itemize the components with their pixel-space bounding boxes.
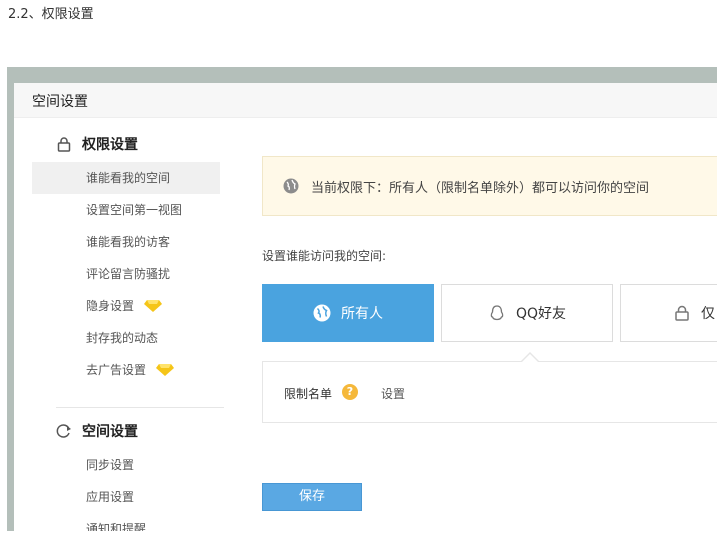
sidebar-item-notifications[interactable]: 通知和提醒 [32, 513, 220, 531]
sidebar-group-permissions: 权限设置 [56, 132, 138, 156]
sidebar-item-invisible[interactable]: 隐身设置 [32, 290, 220, 322]
option-everyone[interactable]: 所有人 [262, 284, 434, 342]
sidebar-group-label: 权限设置 [82, 137, 138, 153]
document-heading: 2.2、权限设置 [8, 7, 94, 22]
sidebar-item-label: 隐身设置 [86, 299, 135, 313]
window-body: 空间设置 权限设置 谁能看我的空间 设置空间第一视图 谁能看我的访客 评论留言防… [14, 83, 717, 531]
diamond-icon [156, 364, 175, 376]
window-title: 空间设置 [32, 94, 88, 110]
sidebar-item-label: 去广告设置 [86, 363, 147, 377]
main-panel: 当前权限下：所有人（限制名单除外）都可以访问你的空间 设置谁能访问我的空间: 所… [262, 117, 717, 531]
option-qq-friends[interactable]: QQ好友 [441, 284, 613, 342]
lock-icon [675, 305, 689, 321]
option-only-self[interactable]: 仅自 [620, 284, 717, 342]
sidebar: 权限设置 谁能看我的空间 设置空间第一视图 谁能看我的访客 评论留言防骚扰 隐身… [14, 117, 234, 531]
sidebar-item-remove-ads[interactable]: 去广告设置 [32, 354, 220, 386]
notice-text: 当前权限下：所有人（限制名单除外）都可以访问你的空间 [311, 180, 650, 196]
window-header: 空间设置 [14, 83, 717, 118]
restrict-list-setting-link[interactable]: 设置 [381, 385, 405, 402]
sidebar-item-label: 封存我的动态 [86, 331, 159, 345]
option-label: QQ好友 [515, 306, 567, 322]
save-button[interactable]: 保存 [262, 483, 362, 511]
sidebar-item-apps[interactable]: 应用设置 [32, 481, 220, 513]
restrict-list-panel: 限制名单 ? 设置 [262, 361, 717, 423]
globe-icon [313, 304, 331, 322]
globe-icon [283, 178, 299, 194]
access-section-label: 设置谁能访问我的空间: [262, 249, 387, 263]
option-label: 仅自 [701, 306, 717, 322]
sidebar-item-anti-harassment[interactable]: 评论留言防骚扰 [32, 258, 220, 290]
diamond-icon [144, 300, 163, 312]
sidebar-item-label: 设置空间第一视图 [86, 203, 183, 217]
sidebar-item-label: 谁能看我的空间 [86, 171, 171, 185]
help-icon[interactable]: ? [342, 384, 358, 400]
panel-caret-fill [521, 354, 539, 363]
option-label: 所有人 [341, 306, 383, 322]
sidebar-item-sync[interactable]: 同步设置 [32, 449, 220, 481]
sync-icon [56, 424, 71, 438]
sidebar-item-who-can-view-space[interactable]: 谁能看我的空间 [32, 162, 220, 194]
permission-notice: 当前权限下：所有人（限制名单除外）都可以访问你的空间 [262, 156, 717, 216]
sidebar-item-who-can-view-visitors[interactable]: 谁能看我的访客 [32, 226, 220, 258]
settings-window: 空间设置 权限设置 谁能看我的空间 设置空间第一视图 谁能看我的访客 评论留言防… [7, 67, 717, 531]
sidebar-group-space-settings: 空间设置 [56, 419, 138, 443]
sidebar-item-label: 应用设置 [86, 490, 135, 504]
sidebar-divider [56, 407, 224, 408]
lock-icon [57, 137, 71, 152]
qq-icon [490, 305, 504, 321]
sidebar-item-label: 评论留言防骚扰 [86, 267, 171, 281]
restrict-list-label: 限制名单 [284, 387, 333, 401]
sidebar-item-first-view[interactable]: 设置空间第一视图 [32, 194, 220, 226]
sidebar-group-label: 空间设置 [82, 424, 138, 440]
sidebar-item-label: 同步设置 [86, 458, 135, 472]
sidebar-item-label: 谁能看我的访客 [86, 235, 171, 249]
sidebar-item-label: 通知和提醒 [86, 522, 147, 531]
sidebar-item-archive-feed[interactable]: 封存我的动态 [32, 322, 220, 354]
